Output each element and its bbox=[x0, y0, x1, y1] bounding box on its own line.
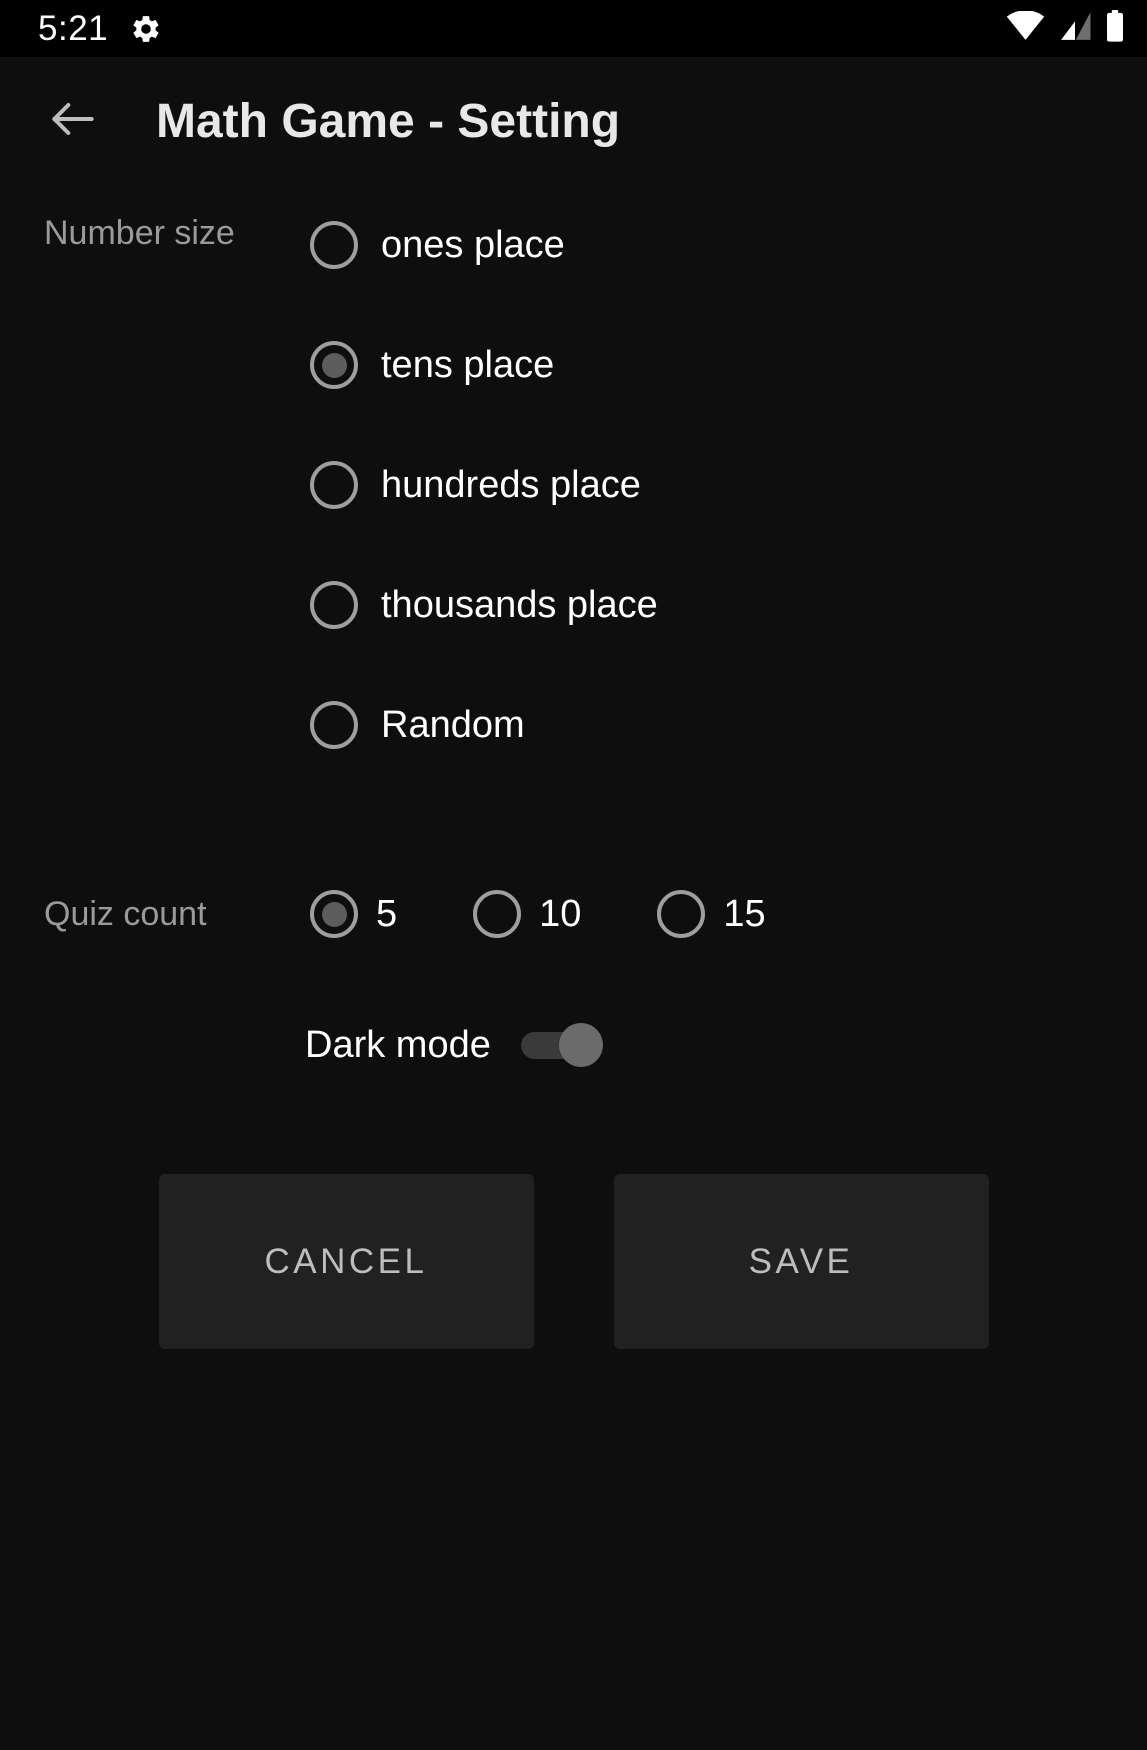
dark-mode-toggle[interactable] bbox=[520, 1023, 603, 1067]
gear-icon bbox=[130, 13, 162, 45]
radio-button-icon[interactable] bbox=[310, 461, 358, 509]
app-bar: Math Game - Setting bbox=[0, 57, 1147, 185]
radio-button-icon[interactable] bbox=[657, 890, 706, 938]
radio-option-label: tens place bbox=[381, 344, 555, 386]
radio-button-icon[interactable] bbox=[310, 701, 358, 749]
number-size-section: Number size ones place tens place hundre… bbox=[0, 185, 1147, 785]
page-title: Math Game - Setting bbox=[156, 94, 621, 148]
cancel-button[interactable]: CANCEL bbox=[158, 1174, 534, 1349]
quiz-count-option-label: 5 bbox=[376, 893, 398, 935]
number-size-radio-group: ones place tens place hundreds place tho… bbox=[310, 185, 658, 785]
dark-mode-label: Dark mode bbox=[305, 1024, 491, 1066]
radio-button-icon[interactable] bbox=[310, 341, 358, 389]
radio-option-label: thousands place bbox=[381, 584, 658, 626]
app-screen: 5:21 Math Game - Setting Number size one… bbox=[0, 0, 1147, 1750]
quiz-count-label: Quiz count bbox=[44, 895, 207, 933]
save-button[interactable]: SAVE bbox=[613, 1174, 989, 1349]
wifi-icon bbox=[1006, 10, 1045, 46]
status-bar-icons bbox=[1006, 10, 1125, 47]
radio-option-tens-place[interactable]: tens place bbox=[310, 305, 658, 425]
battery-icon bbox=[1105, 10, 1125, 47]
arrow-left-icon bbox=[45, 91, 101, 152]
quiz-count-section: Quiz count 5 10 15 bbox=[0, 890, 1147, 938]
radio-option-random[interactable]: Random bbox=[310, 665, 658, 785]
quiz-count-option-label: 10 bbox=[539, 893, 582, 935]
radio-button-icon[interactable] bbox=[310, 221, 358, 269]
radio-button-icon[interactable] bbox=[310, 890, 358, 938]
number-size-label: Number size bbox=[44, 214, 235, 252]
quiz-count-option-5[interactable]: 5 bbox=[310, 890, 397, 938]
radio-button-icon[interactable] bbox=[310, 581, 358, 629]
toggle-thumb bbox=[558, 1023, 603, 1067]
back-button[interactable] bbox=[42, 90, 104, 152]
radio-button-icon[interactable] bbox=[473, 890, 522, 938]
radio-option-thousands-place[interactable]: thousands place bbox=[310, 545, 658, 665]
radio-option-label: hundreds place bbox=[381, 464, 641, 506]
cellular-signal-icon bbox=[1058, 11, 1092, 46]
quiz-count-option-15[interactable]: 15 bbox=[657, 890, 766, 938]
radio-option-hundreds-place[interactable]: hundreds place bbox=[310, 425, 658, 545]
quiz-count-option-10[interactable]: 10 bbox=[473, 890, 581, 938]
status-bar: 5:21 bbox=[0, 0, 1147, 57]
radio-option-label: ones place bbox=[381, 224, 565, 266]
dark-mode-row: Dark mode bbox=[0, 1023, 1147, 1067]
status-bar-clock: 5:21 bbox=[38, 9, 109, 48]
settings-content: Number size ones place tens place hundre… bbox=[0, 185, 1147, 1349]
action-buttons: CANCEL SAVE bbox=[0, 1174, 1147, 1349]
radio-option-ones-place[interactable]: ones place bbox=[310, 185, 658, 305]
quiz-count-radio-group: 5 10 15 bbox=[310, 890, 766, 938]
radio-option-label: Random bbox=[381, 704, 525, 746]
quiz-count-option-label: 15 bbox=[723, 893, 766, 935]
